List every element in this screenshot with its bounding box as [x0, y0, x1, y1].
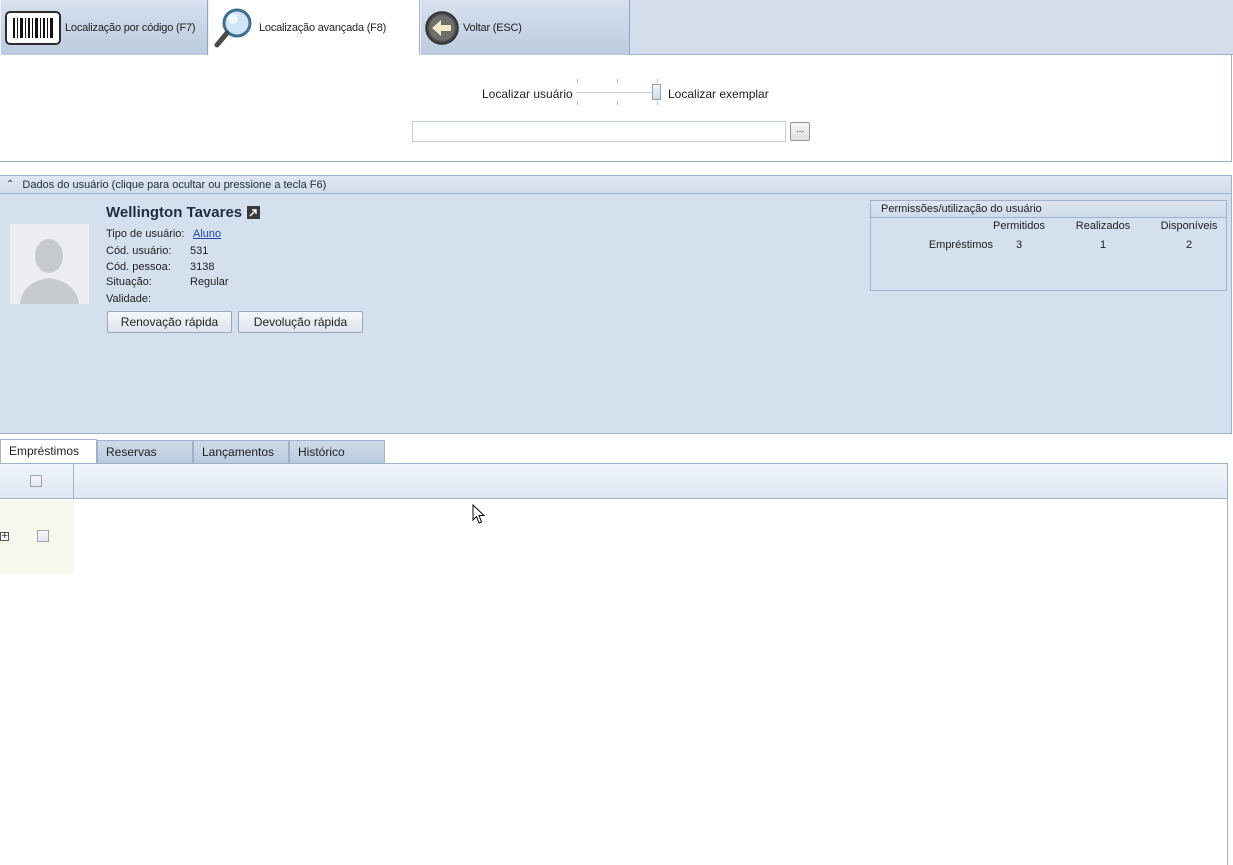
tab-back-label: Voltar (ESC) [463, 21, 522, 34]
slider-tick [617, 101, 618, 105]
magnifier-icon [209, 6, 259, 50]
user-type-label: Tipo de usuário: [106, 228, 185, 240]
permissions-col-available: Disponíveis [1160, 220, 1218, 232]
mode-item-label[interactable]: Localizar exemplar [668, 87, 769, 101]
tab-loans[interactable]: Empréstimos [0, 439, 97, 464]
status-value: Regular [190, 276, 229, 288]
quick-renew-button[interactable]: Renovação rápida [107, 311, 232, 333]
user-name: Wellington Tavares [106, 204, 261, 221]
search-panel: Localizar usuário Localizar exemplar ... [0, 55, 1232, 162]
person-code-value: 3138 [190, 261, 215, 273]
user-type-link[interactable]: Aluno [193, 228, 221, 240]
tab-entries[interactable]: Lançamentos [193, 440, 289, 464]
back-arrow-icon [421, 6, 463, 50]
tab-reservations[interactable]: Reservas [97, 440, 193, 464]
permissions-value-allowed: 3 [1015, 239, 1023, 251]
search-input[interactable] [412, 121, 786, 142]
tab-advanced-label: Localização avançada (F8) [259, 22, 387, 34]
expand-row-icon[interactable]: + [0, 532, 9, 541]
slider-tick [657, 101, 658, 105]
loans-grid: + [0, 463, 1228, 865]
top-toolbar: Localização por código (F7) Localização … [0, 0, 1233, 56]
permissions-value-available: 2 [1185, 239, 1193, 251]
user-panel-header-label: Dados do usuário (clique para ocultar ou… [22, 178, 327, 191]
person-code-label: Cód. pessoa: [106, 261, 171, 273]
tab-back[interactable]: Voltar (ESC) [420, 0, 630, 55]
user-panel-header[interactable]: ⌃ Dados do usuário (clique para ocultar … [0, 176, 1231, 194]
permissions-row-label: Empréstimos [928, 239, 993, 251]
permissions-title: Permissões/utilização do usuário [871, 201, 1226, 218]
user-name-text: Wellington Tavares [106, 204, 243, 221]
search-mode-slider[interactable] [576, 79, 662, 105]
barcode-icon [1, 6, 65, 50]
slider-tick [617, 79, 618, 83]
bottom-tabs: Empréstimos Reservas Lançamentos Históri… [0, 439, 1233, 464]
permissions-box: Permissões/utilização do usuário Permiti… [870, 200, 1227, 291]
tab-barcode-label: Localização por código (F7) [65, 21, 196, 34]
permissions-col-allowed: Permitidos [993, 220, 1045, 232]
slider-tick [657, 79, 658, 83]
tab-barcode-search[interactable]: Localização por código (F7) [0, 0, 208, 55]
mode-user-label[interactable]: Localizar usuário [482, 87, 573, 101]
user-code-value: 531 [190, 245, 209, 257]
user-code-label: Cód. usuário: [106, 245, 172, 257]
quick-return-button[interactable]: Devolução rápida [238, 311, 363, 333]
permissions-value-done: 1 [1099, 239, 1107, 251]
external-link-icon[interactable] [247, 206, 261, 219]
slider-thumb[interactable] [652, 84, 661, 100]
tab-history[interactable]: Histórico [289, 440, 385, 464]
slider-tick [577, 79, 578, 83]
slider-tick [577, 101, 578, 105]
grid-header-separator [73, 464, 74, 498]
chevron-up-icon: ⌃ [6, 179, 15, 190]
permissions-col-done: Realizados [1075, 220, 1131, 232]
grid-header [0, 464, 1227, 499]
slider-track [576, 92, 658, 93]
status-label: Situação: [106, 276, 152, 288]
select-all-checkbox[interactable] [30, 475, 42, 487]
user-data-panel: ⌃ Dados do usuário (clique para ocultar … [0, 175, 1232, 434]
avatar [10, 224, 89, 304]
row-checkbox[interactable] [37, 530, 49, 542]
mouse-cursor-icon [472, 503, 486, 528]
table-row[interactable]: + [0, 500, 74, 574]
browse-button[interactable]: ... [790, 122, 810, 141]
validity-label: Validade: [106, 293, 152, 305]
tab-advanced-search[interactable]: Localização avançada (F8) [208, 0, 420, 56]
